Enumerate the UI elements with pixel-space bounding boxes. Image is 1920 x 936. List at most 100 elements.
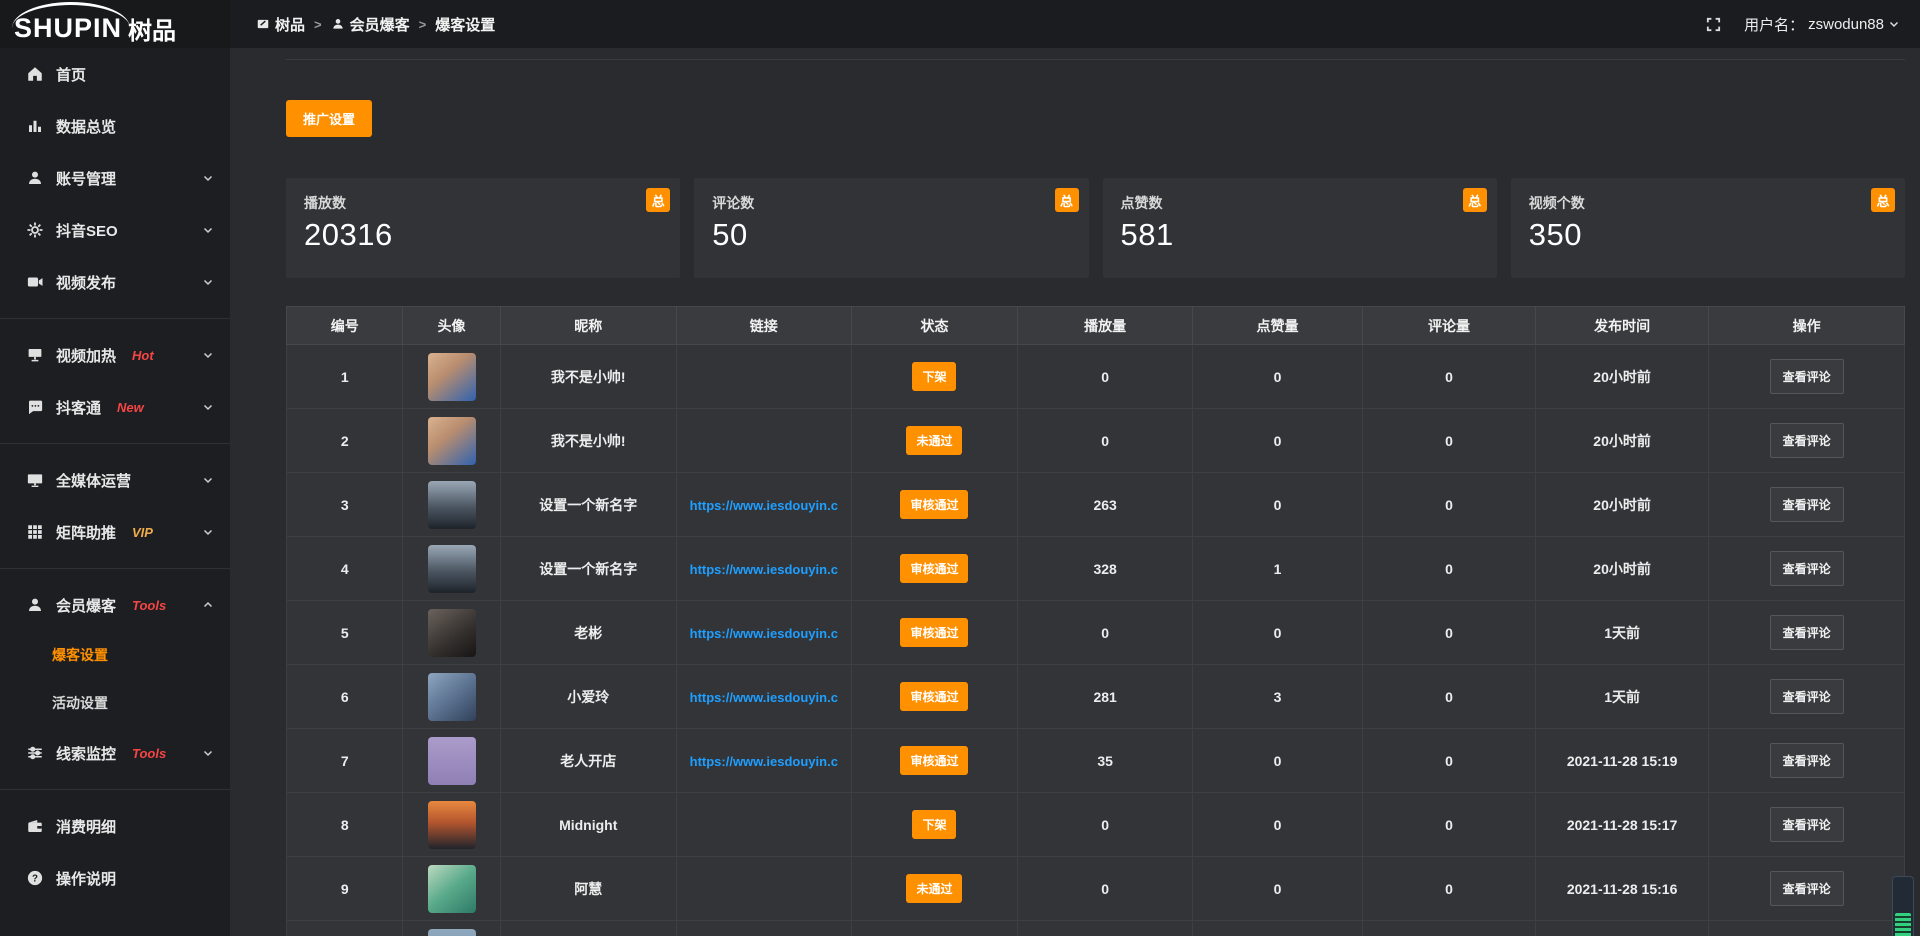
avatar <box>428 865 476 913</box>
cell-comments: 0 <box>1362 857 1535 921</box>
avatar <box>428 929 476 936</box>
sidebar-subitem-activity-settings[interactable]: 活动设置 <box>0 679 230 727</box>
sidebar-item-douyin-seo[interactable]: 抖音SEO <box>0 204 230 256</box>
sidebar-item-video-heat[interactable]: 视频加热 Hot <box>0 329 230 381</box>
cell-nickname: 设置一个新名字 <box>500 537 676 601</box>
sidebar-item-doketong[interactable]: 抖客通 New <box>0 381 230 433</box>
status-badge: 下架 <box>912 362 956 391</box>
breadcrumb-item-shupin[interactable]: 树品 <box>256 14 305 35</box>
cell-nickname: 老人开店 <box>500 729 676 793</box>
table-header-row: 编号 头像 昵称 链接 状态 播放量 点赞量 评论量 发布时间 操作 <box>287 307 1905 345</box>
new-tag: New <box>117 400 144 415</box>
cell-time: 2021-11-28 15:16 <box>1536 857 1709 921</box>
vip-tag: VIP <box>132 525 153 540</box>
stat-value: 50 <box>712 217 1070 253</box>
sidebar-item-label: 矩阵助推 <box>56 522 116 543</box>
sidebar-item-data-overview[interactable]: 数据总览 <box>0 100 230 152</box>
sidebar-item-label: 消费明细 <box>56 816 116 837</box>
sidebar-divider <box>0 789 230 790</box>
breadcrumb-item-member-baoke[interactable]: 会员爆客 <box>331 14 410 35</box>
view-comments-button[interactable]: 查看评论 <box>1770 615 1844 650</box>
view-comments-button[interactable]: 查看评论 <box>1770 551 1844 586</box>
view-comments-button[interactable]: 查看评论 <box>1770 359 1844 394</box>
sidebar-item-label: 数据总览 <box>56 116 116 137</box>
total-badge: 总 <box>646 188 670 212</box>
sidebar-item-all-media-operation[interactable]: 全媒体运营 <box>0 454 230 506</box>
sidebar-item-label: 首页 <box>56 64 86 85</box>
cell-time: 20小时前 <box>1536 473 1709 537</box>
total-badge: 总 <box>1055 188 1079 212</box>
view-comments-button[interactable]: 查看评论 <box>1770 743 1844 778</box>
cell-plays: 0 <box>1018 601 1193 665</box>
status-badge: 审核通过 <box>900 618 968 647</box>
cell-plays <box>1018 921 1193 936</box>
stat-card-comments: 评论数 50 总 <box>694 178 1088 278</box>
sidebar-item-video-publish[interactable]: 视频发布 <box>0 256 230 308</box>
col-header-nickname: 昵称 <box>500 307 676 345</box>
view-comments-button[interactable]: 查看评论 <box>1770 487 1844 522</box>
cell-id: 9 <box>287 857 403 921</box>
avatar <box>428 737 476 785</box>
cell-nickname: 设置一个新名字 <box>500 473 676 537</box>
status-badge: 审核通过 <box>900 682 968 711</box>
avatar <box>428 353 476 401</box>
cell-time: 20小时前 <box>1536 409 1709 473</box>
cell-comments: 0 <box>1362 409 1535 473</box>
total-badge: 总 <box>1463 188 1487 212</box>
user-icon <box>26 169 44 187</box>
sidebar-item-label: 账号管理 <box>56 168 116 189</box>
sidebar-divider <box>0 568 230 569</box>
person-icon <box>331 17 345 31</box>
sidebar-item-account-management[interactable]: 账号管理 <box>0 152 230 204</box>
videos-table: 编号 头像 昵称 链接 状态 播放量 点赞量 评论量 发布时间 操作 1 我不是… <box>286 306 1905 936</box>
status-badge: 下架 <box>912 810 956 839</box>
cell-likes: 3 <box>1193 665 1363 729</box>
view-comments-button[interactable]: 查看评论 <box>1770 871 1844 906</box>
cell-plays: 0 <box>1018 857 1193 921</box>
sidebar-subitem-baoke-settings[interactable]: 爆客设置 <box>0 631 230 679</box>
svg-text:?: ? <box>32 873 38 884</box>
table-row: 3 设置一个新名字 https://www.iesdouyin.c 审核通过 2… <box>287 473 1905 537</box>
chevron-down-icon <box>1888 18 1900 30</box>
cell-nickname: 我不是小帅! <box>500 409 676 473</box>
bar-chart-icon <box>26 117 44 135</box>
user-dropdown[interactable]: 用户名： zswodun88 <box>1744 14 1900 35</box>
table-row: 9 阿慧 未通过 0 0 0 2021-11-28 15:16 查看评论 <box>287 857 1905 921</box>
view-comments-button[interactable]: 查看评论 <box>1770 807 1844 842</box>
view-comments-button[interactable]: 查看评论 <box>1770 679 1844 714</box>
cell-id: 7 <box>287 729 403 793</box>
video-link[interactable]: https://www.iesdouyin.c <box>690 498 838 513</box>
cell-id: 1 <box>287 345 403 409</box>
fullscreen-icon[interactable] <box>1705 16 1722 33</box>
cell-plays: 328 <box>1018 537 1193 601</box>
video-link[interactable]: https://www.iesdouyin.c <box>690 754 838 769</box>
sidebar-item-home[interactable]: 首页 <box>0 48 230 100</box>
sidebar-item-clue-monitor[interactable]: 线索监控 Tools <box>0 727 230 779</box>
sidebar-item-consumption-detail[interactable]: 消费明细 <box>0 800 230 852</box>
username-prefix: 用户名： <box>1744 14 1804 35</box>
table-row: 7 老人开店 https://www.iesdouyin.c 审核通过 35 0… <box>287 729 1905 793</box>
table-row: 4 设置一个新名字 https://www.iesdouyin.c 审核通过 3… <box>287 537 1905 601</box>
sidebar-item-matrix-boost[interactable]: 矩阵助推 VIP <box>0 506 230 558</box>
cell-time: 2021-11-28 15:17 <box>1536 793 1709 857</box>
logo-text-cn: 树品 <box>128 3 176 46</box>
video-link[interactable]: https://www.iesdouyin.c <box>690 690 838 705</box>
chat-icon <box>26 398 44 416</box>
cell-comments: 0 <box>1362 601 1535 665</box>
cell-id: 3 <box>287 473 403 537</box>
sidebar-divider <box>0 318 230 319</box>
status-badge: 未通过 <box>906 426 962 455</box>
topbar: 树品 > 会员爆客 > 爆客设置 用户名： zswodun88 <box>230 0 1920 48</box>
cell-plays: 281 <box>1018 665 1193 729</box>
sidebar-item-operation-guide[interactable]: ? 操作说明 <box>0 852 230 904</box>
view-comments-button[interactable]: 查看评论 <box>1770 423 1844 458</box>
cell-nickname: 老彬 <box>500 601 676 665</box>
sidebar-item-label: 会员爆客 <box>56 595 116 616</box>
floating-widget[interactable] <box>1892 876 1914 936</box>
video-link[interactable]: https://www.iesdouyin.c <box>690 626 838 641</box>
promotion-settings-button[interactable]: 推广设置 <box>286 100 372 137</box>
video-link[interactable]: https://www.iesdouyin.c <box>690 562 838 577</box>
cell-time: 20小时前 <box>1536 345 1709 409</box>
sidebar-item-member-baoke[interactable]: 会员爆客 Tools <box>0 579 230 631</box>
cell-plays: 0 <box>1018 793 1193 857</box>
